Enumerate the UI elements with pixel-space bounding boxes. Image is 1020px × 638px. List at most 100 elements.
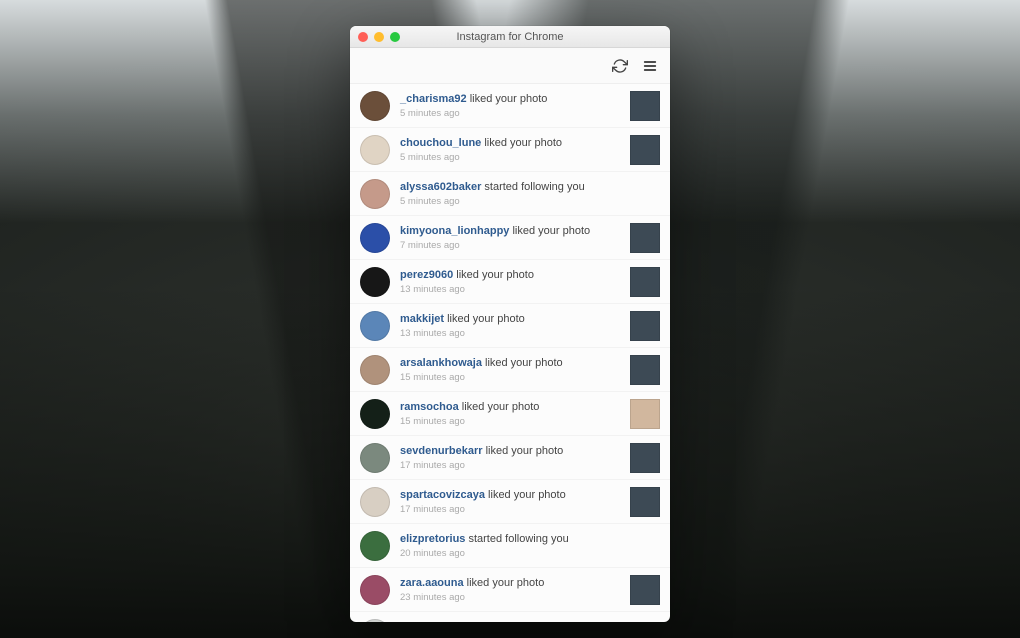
notification-text: _charisma92 liked your photo5 minutes ag… [400,92,620,120]
avatar[interactable] [360,311,390,341]
app-window: Instagram for Chrome _charisma92 liked y… [350,26,670,622]
avatar[interactable] [360,575,390,605]
avatar[interactable] [360,355,390,385]
username-link[interactable]: spartacovizcaya [400,489,485,501]
timestamp: 5 minutes ago [400,108,620,119]
photo-thumbnail[interactable] [630,355,660,385]
notification-row[interactable]: arsalankhowaja liked your photo15 minute… [350,348,670,392]
action-text: liked your photo [467,93,548,105]
action-text: liked your photo [444,313,525,325]
notification-text: sevdenurbekarr liked your photo17 minute… [400,444,620,472]
notification-line: alyssa602baker started following you [400,180,660,195]
avatar[interactable] [360,223,390,253]
maximize-icon[interactable] [390,32,400,42]
avatar[interactable] [360,267,390,297]
timestamp: 5 minutes ago [400,196,660,207]
notification-line: perez9060 liked your photo [400,268,620,283]
action-text: liked your photo [459,401,540,413]
notification-row[interactable]: makkijet liked your photo13 minutes ago [350,304,670,348]
titlebar[interactable]: Instagram for Chrome [350,26,670,48]
notification-line: arsalankhowaja liked your photo [400,356,620,371]
notification-row[interactable]: _charisma92 liked your photo5 minutes ag… [350,84,670,128]
username-link[interactable]: elizpretorius [400,533,465,545]
timestamp: 5 minutes ago [400,152,620,163]
username-link[interactable]: zara.aaouna [400,577,464,589]
notification-line: javieruphotography started following you [400,620,660,622]
notification-row[interactable]: spartacovizcaya liked your photo17 minut… [350,480,670,524]
username-link[interactable]: ramsochoa [400,401,459,413]
username-link[interactable]: _charisma92 [400,93,467,105]
timestamp: 23 minutes ago [400,592,620,603]
avatar[interactable] [360,179,390,209]
avatar[interactable] [360,135,390,165]
username-link[interactable]: sevdenurbekarr [400,445,483,457]
notification-text: chouchou_lune liked your photo5 minutes … [400,136,620,164]
photo-thumbnail[interactable] [630,311,660,341]
notification-row[interactable]: alyssa602baker started following you5 mi… [350,172,670,216]
notification-text: alyssa602baker started following you5 mi… [400,180,660,208]
username-link[interactable]: kimyoona_lionhappy [400,225,509,237]
refresh-icon[interactable] [612,58,628,74]
avatar[interactable] [360,91,390,121]
notification-line: ramsochoa liked your photo [400,400,620,415]
avatar[interactable] [360,531,390,561]
menu-icon[interactable] [642,58,658,74]
photo-thumbnail[interactable] [630,443,660,473]
notification-line: elizpretorius started following you [400,532,660,547]
username-link[interactable]: makkijet [400,313,444,325]
notification-text: javieruphotography started following you… [400,620,660,622]
notification-text: kimyoona_lionhappy liked your photo7 min… [400,224,620,252]
notification-row[interactable]: ramsochoa liked your photo15 minutes ago [350,392,670,436]
action-text: liked your photo [509,225,590,237]
notification-line: spartacovizcaya liked your photo [400,488,620,503]
notification-text: perez9060 liked your photo13 minutes ago [400,268,620,296]
notification-row[interactable]: sevdenurbekarr liked your photo17 minute… [350,436,670,480]
username-link[interactable]: chouchou_lune [400,137,481,149]
notification-row[interactable]: chouchou_lune liked your photo5 minutes … [350,128,670,172]
notification-row[interactable]: elizpretorius started following you20 mi… [350,524,670,568]
username-link[interactable]: javieruphotography [400,621,503,622]
photo-thumbnail[interactable] [630,399,660,429]
action-text: started following you [465,533,568,545]
avatar[interactable] [360,399,390,429]
action-text: liked your photo [483,445,564,457]
notification-text: makkijet liked your photo13 minutes ago [400,312,620,340]
timestamp: 20 minutes ago [400,548,660,559]
timestamp: 7 minutes ago [400,240,620,251]
photo-thumbnail[interactable] [630,135,660,165]
timestamp: 17 minutes ago [400,504,620,515]
notification-line: kimyoona_lionhappy liked your photo [400,224,620,239]
username-link[interactable]: alyssa602baker [400,181,481,193]
avatar[interactable] [360,487,390,517]
close-icon[interactable] [358,32,368,42]
avatar[interactable] [360,443,390,473]
minimize-icon[interactable] [374,32,384,42]
notification-row[interactable]: perez9060 liked your photo13 minutes ago [350,260,670,304]
notification-list[interactable]: _charisma92 liked your photo5 minutes ag… [350,84,670,622]
photo-thumbnail[interactable] [630,91,660,121]
notification-row[interactable]: kimyoona_lionhappy liked your photo7 min… [350,216,670,260]
notification-line: _charisma92 liked your photo [400,92,620,107]
timestamp: 15 minutes ago [400,416,620,427]
timestamp: 13 minutes ago [400,284,620,295]
action-text: liked your photo [464,577,545,589]
notification-line: makkijet liked your photo [400,312,620,327]
window-traffic-lights [358,32,400,42]
action-text: liked your photo [485,489,566,501]
notification-row[interactable]: zara.aaouna liked your photo 23 minutes a… [350,568,670,612]
notification-text: spartacovizcaya liked your photo17 minut… [400,488,620,516]
timestamp: 13 minutes ago [400,328,620,339]
avatar[interactable] [360,619,390,623]
notification-text: ramsochoa liked your photo15 minutes ago [400,400,620,428]
notification-line: chouchou_lune liked your photo [400,136,620,151]
action-text: liked your photo [453,269,534,281]
notification-text: elizpretorius started following you20 mi… [400,532,660,560]
photo-thumbnail[interactable] [630,223,660,253]
toolbar [350,48,670,84]
photo-thumbnail[interactable] [630,267,660,297]
username-link[interactable]: perez9060 [400,269,453,281]
username-link[interactable]: arsalankhowaja [400,357,482,369]
photo-thumbnail[interactable] [630,575,660,605]
photo-thumbnail[interactable] [630,487,660,517]
notification-row[interactable]: javieruphotography started following you… [350,612,670,622]
